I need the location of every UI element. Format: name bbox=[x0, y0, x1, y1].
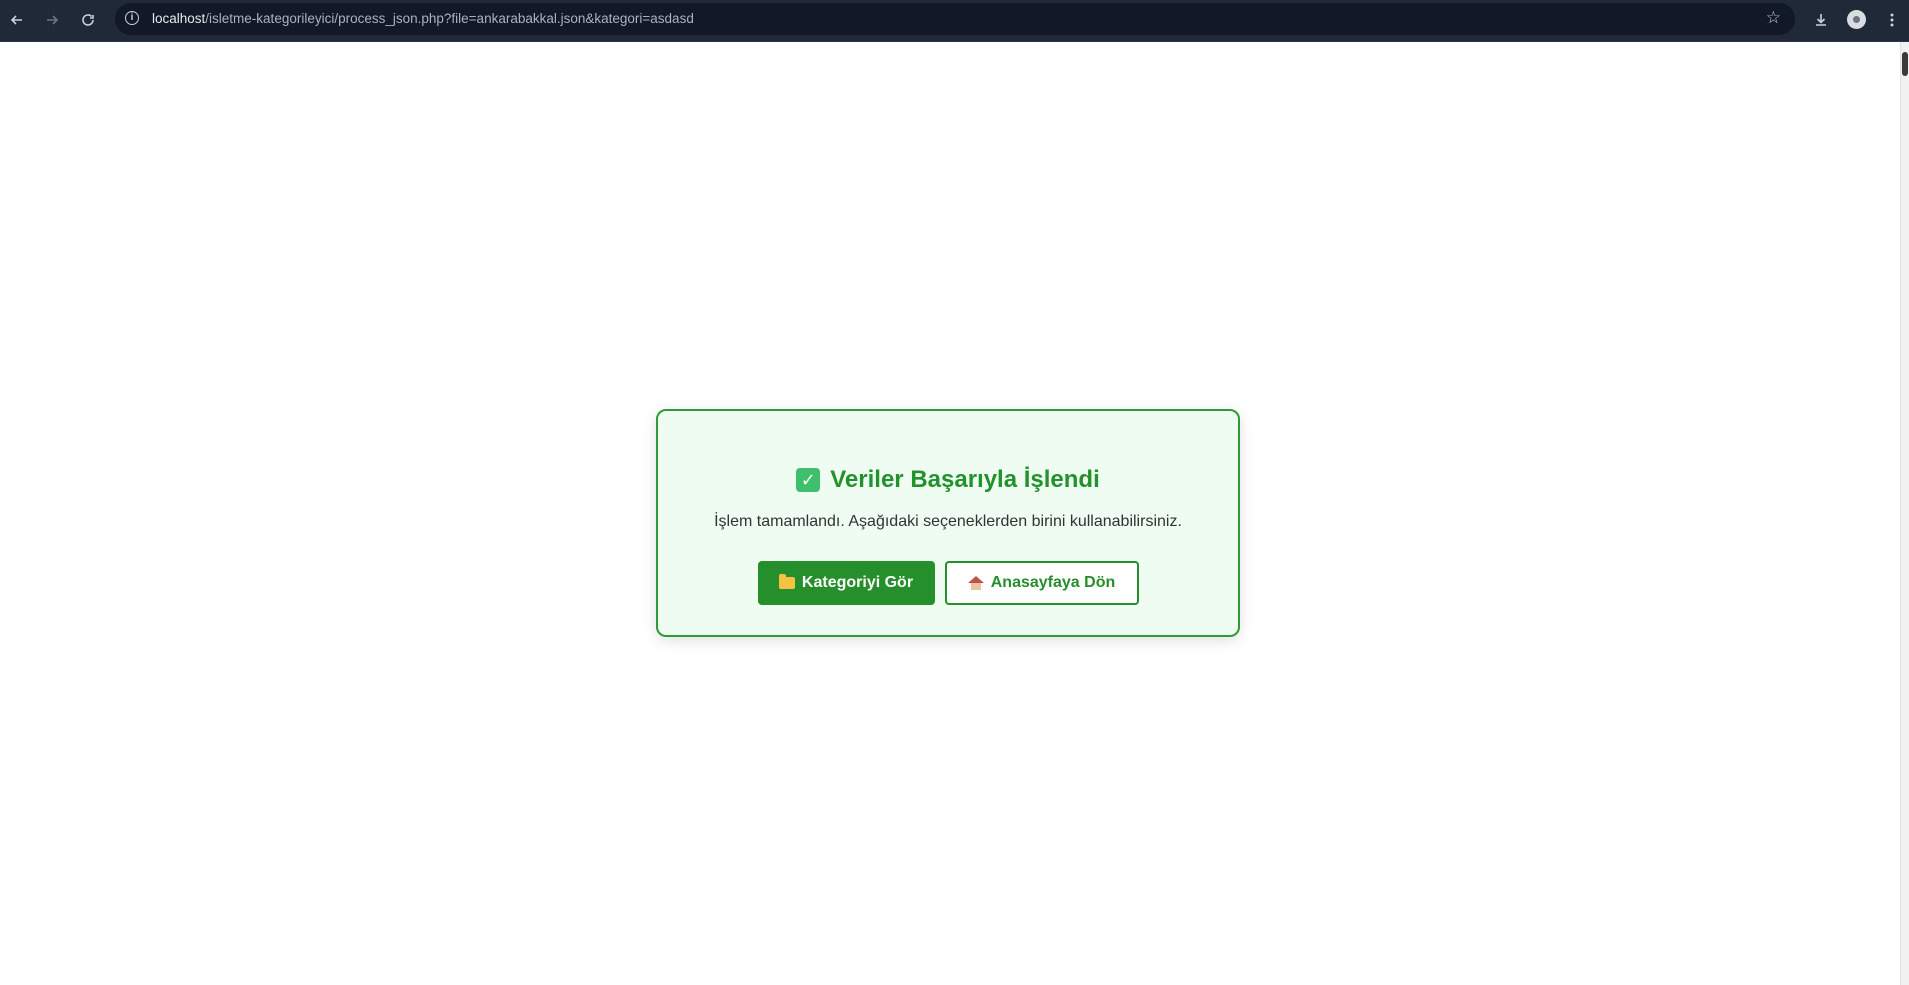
address-bar[interactable]: i localhost/isletme-kategorileyici/proce… bbox=[115, 3, 1795, 35]
success-card: ✓ Veriler Başarıyla İşlendi İşlem tamaml… bbox=[656, 409, 1240, 637]
info-icon[interactable]: i bbox=[125, 11, 139, 25]
kebab-menu-icon bbox=[1890, 13, 1894, 27]
url-text[interactable]: localhost/isletme-kategorileyici/process… bbox=[152, 11, 694, 26]
menu-button[interactable] bbox=[1880, 8, 1904, 32]
back-button[interactable] bbox=[5, 8, 29, 32]
url-host: localhost bbox=[152, 11, 206, 26]
star-icon[interactable]: ☆ bbox=[1766, 8, 1781, 28]
scrollbar-thumb[interactable] bbox=[1902, 52, 1908, 76]
page-title: ✓ Veriler Başarıyla İşlendi bbox=[658, 466, 1238, 494]
page-title-text: Veriler Başarıyla İşlendi bbox=[830, 466, 1100, 493]
url-path: /isletme-kategorileyici/process_json.php… bbox=[205, 11, 694, 26]
reload-icon bbox=[82, 14, 94, 26]
view-category-label: Kategoriyi Gör bbox=[801, 574, 914, 591]
arrow-left-icon bbox=[10, 15, 22, 25]
go-home-label: Anasayfaya Dön bbox=[990, 574, 1116, 591]
scrollbar[interactable] bbox=[1900, 42, 1909, 985]
view-category-button[interactable]: Kategoriyi Gör bbox=[757, 561, 935, 605]
action-buttons: Kategoriyi Gör Anasayfaya Dön bbox=[658, 561, 1238, 605]
status-message: İşlem tamamlandı. Aşağıdaki seçeneklerde… bbox=[714, 513, 1182, 530]
forward-button[interactable] bbox=[40, 8, 64, 32]
go-home-button[interactable]: Anasayfaya Dön bbox=[944, 561, 1139, 605]
download-button[interactable] bbox=[1809, 8, 1833, 32]
arrow-right-icon bbox=[47, 15, 59, 25]
folder-icon bbox=[778, 574, 795, 589]
avatar[interactable] bbox=[1847, 10, 1866, 29]
check-icon: ✓ bbox=[796, 468, 821, 492]
browser-toolbar: i localhost/isletme-kategorileyici/proce… bbox=[0, 0, 1909, 42]
download-icon bbox=[1816, 14, 1826, 26]
home-icon bbox=[967, 576, 984, 590]
reload-button[interactable] bbox=[76, 8, 100, 32]
